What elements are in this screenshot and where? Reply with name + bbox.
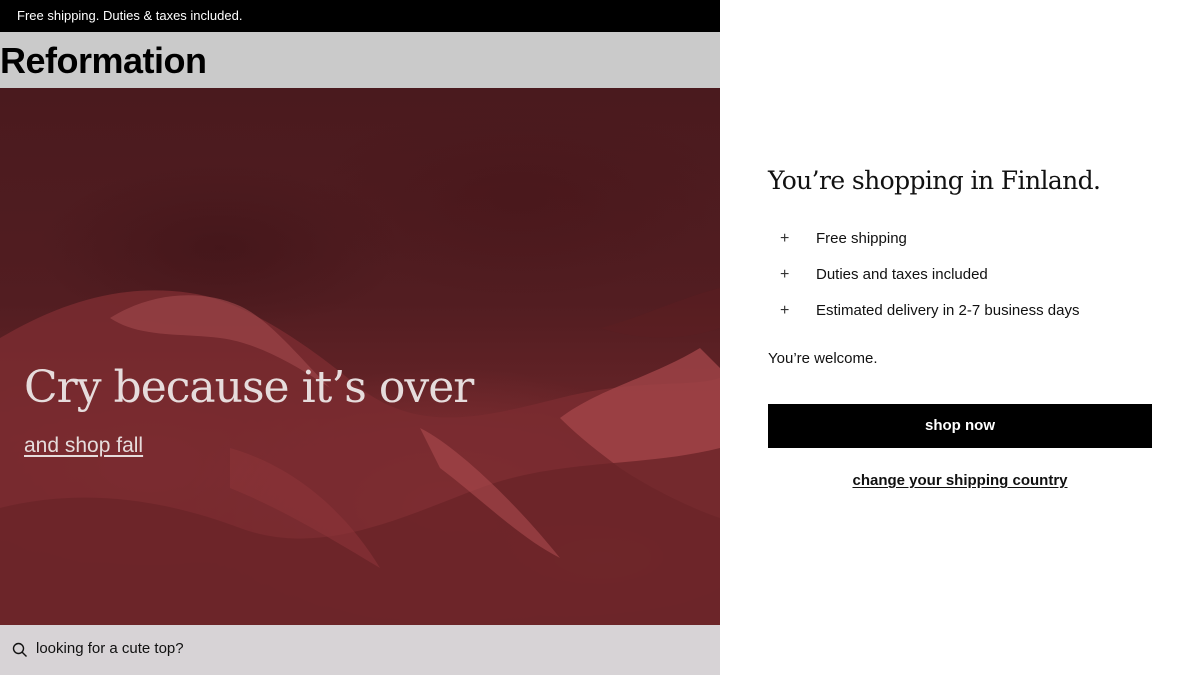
hero-title: Cry because it’s over [24,362,474,413]
search-input[interactable]: looking for a cute top? [36,640,184,657]
search-icon [12,642,27,657]
country-title: You’re shopping in Finland. [768,166,1101,195]
benefit-label: Free shipping [816,230,907,247]
shop-fall-link[interactable]: and shop fall [24,434,143,458]
country-panel: You’re shopping in Finland. + Free shipp… [720,0,1200,675]
silk-fabric-image [0,288,720,625]
homepage-background: Free shipping. Duties & taxes included. … [0,0,720,675]
benefit-label: Estimated delivery in 2-7 business days [816,302,1080,319]
site-header: Reformation [0,32,720,88]
search-bar[interactable]: looking for a cute top? [0,625,720,675]
welcome-text: You’re welcome. [768,350,878,367]
promo-text: Free shipping. Duties & taxes included. [17,8,243,23]
shop-now-button[interactable]: shop now [768,404,1152,448]
promo-bar: Free shipping. Duties & taxes included. [0,0,720,32]
plus-icon: + [780,230,790,247]
change-country-link[interactable]: change your shipping country [768,472,1152,489]
brand-logo[interactable]: Reformation [0,40,207,82]
benefit-label: Duties and taxes included [816,266,988,283]
plus-icon: + [780,302,790,319]
hero-banner[interactable]: Cry because it’s over and shop fall [0,88,720,625]
plus-icon: + [780,266,790,283]
